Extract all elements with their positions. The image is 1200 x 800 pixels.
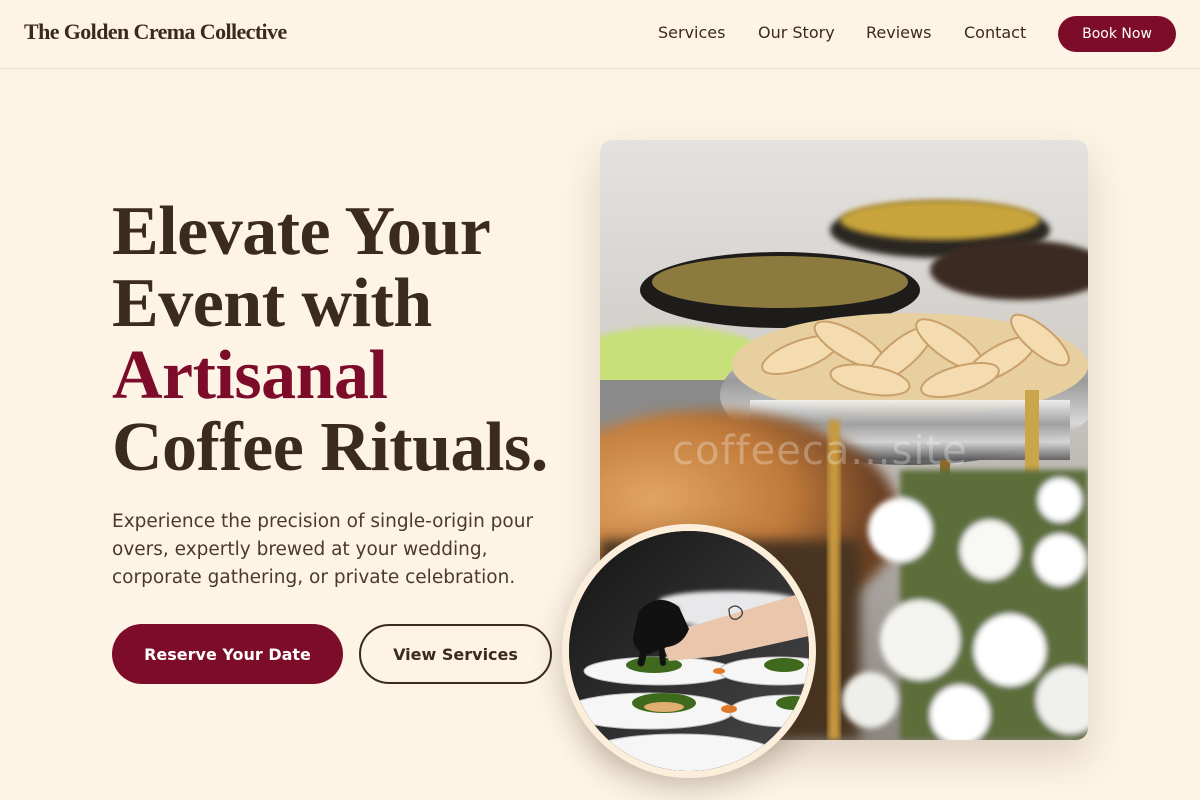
hero-title-accent: Artisanal (112, 337, 388, 414)
site-header: The Golden Crema Collective Services Our… (0, 0, 1200, 69)
chef-plating-image (562, 524, 816, 778)
book-now-button[interactable]: Book Now (1058, 16, 1176, 52)
hero-title: Elevate Your Event with Artisanal Coffee… (112, 196, 592, 484)
nav-link-services[interactable]: Services (658, 23, 725, 42)
nav-link-our-story[interactable]: Our Story (758, 23, 835, 42)
nav-link-reviews[interactable]: Reviews (866, 23, 931, 42)
image-watermark: coffeeca...site (672, 428, 968, 474)
brand-logo[interactable]: The Golden Crema Collective (24, 19, 287, 45)
reserve-date-button[interactable]: Reserve Your Date (112, 624, 343, 684)
hero-title-line: Event with (112, 265, 432, 342)
nav-link-contact[interactable]: Contact (964, 23, 1026, 42)
hero-title-line: Coffee Rituals. (112, 409, 548, 486)
hero-subtitle: Experience the precision of single-origi… (112, 511, 534, 588)
hero-title-line: Elevate Your (112, 193, 491, 270)
view-services-button[interactable]: View Services (359, 624, 552, 684)
